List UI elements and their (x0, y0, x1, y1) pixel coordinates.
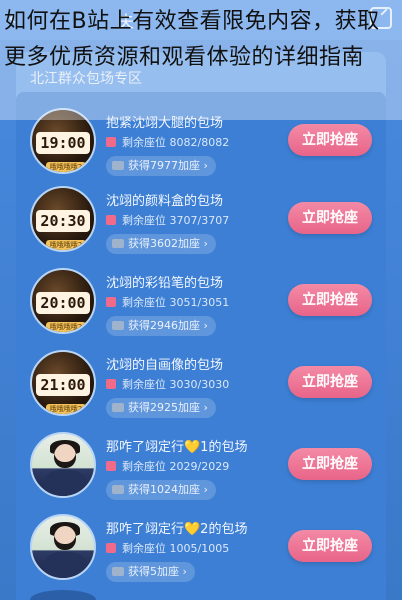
thumb-tag: 哦哦哦哦2 (46, 162, 86, 172)
time-label: 20:30 (36, 210, 90, 232)
gain-pill[interactable]: 获得1024加座 › (106, 480, 216, 500)
seat-icon (106, 215, 116, 225)
gain-text: 获得3602加座 (128, 237, 200, 250)
gain-pill[interactable]: 获得2946加座 › (106, 316, 216, 336)
avatar-body (44, 552, 86, 578)
seat-info: 剩余座位 1005/1005 (106, 540, 229, 556)
host-avatar (30, 432, 96, 498)
avatar-head (54, 444, 76, 468)
list-item[interactable]: 那咋了翊定行💛2的包场 剩余座位 1005/1005 获得5加座 › 立即抢座 (28, 514, 378, 592)
thumb-tag: 哦哦哦哦2 (46, 322, 86, 332)
seat-icon (106, 297, 116, 307)
page: ‹ 夫 北江群众包场专区 19:00 哦哦哦哦2 抱紧沈翊大腿的包场 剩余座位 … (0, 0, 402, 600)
seat-info: 剩余座位 3030/3030 (106, 376, 229, 392)
event-name: 那咋了翊定行💛2的包场 (106, 522, 248, 537)
grab-seat-button[interactable]: 立即抢座 (288, 124, 372, 156)
thumb-tag: 哦哦哦哦2 (46, 404, 86, 414)
host-avatar (30, 514, 96, 580)
event-thumbnail: 20:30 哦哦哦哦2 (30, 186, 96, 252)
ticket-icon (112, 485, 124, 494)
seat-icon (106, 137, 116, 147)
grab-seat-button[interactable]: 立即抢座 (288, 530, 372, 562)
list-item[interactable]: 20:00 哦哦哦哦2 沈翊的彩铅笔的包场 剩余座位 3051/3051 获得2… (28, 268, 378, 346)
seat-text: 剩余座位 8082/8082 (122, 136, 230, 149)
event-name: 那咋了翊定行💛1的包场 (106, 440, 248, 455)
ticket-icon (112, 567, 124, 576)
ticket-icon (112, 161, 124, 170)
grab-seat-button[interactable]: 立即抢座 (288, 202, 372, 234)
gain-pill[interactable]: 获得3602加座 › (106, 234, 216, 254)
gain-text: 获得2946加座 (128, 319, 200, 332)
seat-text: 剩余座位 3051/3051 (122, 296, 230, 309)
gain-text: 获得7977加座 (128, 159, 200, 172)
seat-icon (106, 379, 116, 389)
gain-pill[interactable]: 获得2925加座 › (106, 398, 216, 418)
time-label: 20:00 (36, 292, 90, 314)
event-name: 沈翊的颜料盒的包场 (106, 194, 224, 209)
gain-pill[interactable]: 获得5加座 › (106, 562, 195, 582)
event-name: 沈翊的自画像的包场 (106, 358, 224, 373)
seat-info: 剩余座位 2029/2029 (106, 458, 229, 474)
grab-seat-button[interactable]: 立即抢座 (288, 284, 372, 316)
overlay-question: 如何在B站上有效查看限免内容，获取更多优质资源和观看体验的详细指南 (4, 9, 380, 70)
seat-info: 剩余座位 3051/3051 (106, 294, 229, 310)
event-thumbnail: 21:00 哦哦哦哦2 (30, 350, 96, 416)
list-item[interactable]: 21:00 哦哦哦哦2 沈翊的自画像的包场 剩余座位 3030/3030 获得2… (28, 350, 378, 428)
seat-info: 剩余座位 8082/8082 (106, 134, 229, 150)
gain-text: 获得5加座 (128, 565, 179, 578)
grab-seat-button[interactable]: 立即抢座 (288, 448, 372, 480)
time-label: 19:00 (36, 132, 90, 154)
gain-text: 获得1024加座 (128, 483, 200, 496)
seat-text: 剩余座位 3030/3030 (122, 378, 230, 391)
gain-text: 获得2925加座 (128, 401, 200, 414)
seat-icon (106, 543, 116, 553)
gain-pill[interactable]: 获得7977加座 › (106, 156, 216, 176)
grab-seat-button[interactable]: 立即抢座 (288, 366, 372, 398)
time-label: 21:00 (36, 374, 90, 396)
ticket-icon (112, 321, 124, 330)
avatar-head (54, 526, 76, 550)
seat-icon (106, 461, 116, 471)
event-name: 沈翊的彩铅笔的包场 (106, 276, 224, 291)
list-item[interactable]: 20:30 哦哦哦哦2 沈翊的颜料盒的包场 剩余座位 3707/3707 获得3… (28, 186, 378, 264)
thumb-tag: 哦哦哦哦2 (46, 240, 86, 250)
seat-text: 剩余座位 1005/1005 (122, 542, 230, 555)
ticket-icon (112, 239, 124, 248)
event-thumbnail: 20:00 哦哦哦哦2 (30, 268, 96, 334)
seat-text: 剩余座位 2029/2029 (122, 460, 230, 473)
list-item[interactable]: 那咋了翊定行💛1的包场 剩余座位 2029/2029 获得1024加座 › 立即… (28, 432, 378, 510)
ticket-icon (112, 403, 124, 412)
seat-text: 剩余座位 3707/3707 (122, 214, 230, 227)
seat-info: 剩余座位 3707/3707 (106, 212, 229, 228)
title-overlay: 如何在B站上有效查看限免内容，获取更多优质资源和观看体验的详细指南 (0, 0, 402, 120)
avatar-body (44, 470, 86, 496)
